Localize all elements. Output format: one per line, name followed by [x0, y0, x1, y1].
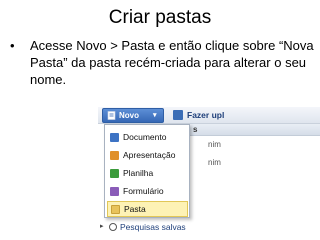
document-icon	[110, 133, 119, 142]
chevron-right-icon[interactable]: ▸	[100, 221, 104, 233]
upload-icon[interactable]	[173, 110, 183, 120]
slide-title: Criar pastas	[108, 7, 212, 28]
menu-item-spreadsheet[interactable]: Planilha	[107, 165, 188, 181]
menu-item-form[interactable]: Formulário	[107, 183, 188, 199]
new-document-icon	[107, 111, 116, 120]
menu-item-folder[interactable]: Pasta	[107, 201, 188, 217]
spreadsheet-icon	[110, 169, 119, 178]
folder-icon	[111, 205, 120, 214]
menu-item-document[interactable]: Documento	[107, 129, 188, 145]
bullet-text: Acesse Novo > Pasta e então clique sobre…	[30, 38, 314, 87]
sidebar-item-saved-searches[interactable]: ▸ Pesquisas salvas	[100, 221, 250, 233]
menu-item-label: Pasta	[124, 204, 146, 214]
toolbar: Novo ▾ Fazer upl	[98, 107, 320, 124]
bullet-dot: •	[10, 38, 15, 53]
menu-item-label: Planilha	[123, 168, 154, 178]
menu-item-label: Documento	[123, 132, 167, 142]
menu-item-label: Formulário	[123, 186, 164, 196]
list-item-text: nim	[208, 140, 221, 149]
menu-item-presentation[interactable]: Apresentação	[107, 147, 188, 163]
chevron-down-icon: ▾	[153, 112, 157, 119]
new-button[interactable]: Novo ▾	[102, 108, 164, 123]
saved-searches-label: Pesquisas salvas	[120, 222, 186, 232]
menu-item-label: Apresentação	[123, 150, 176, 160]
list-column-header: s	[190, 124, 320, 136]
google-docs-screenshot: Novo ▾ Fazer upl s nim nim Lixeir Docume…	[98, 107, 320, 240]
form-icon	[110, 187, 119, 196]
presentation-icon	[110, 151, 119, 160]
search-icon	[109, 223, 117, 231]
new-dropdown-menu: Documento Apresentação Planilha Formulár…	[104, 124, 190, 218]
new-button-label: Novo	[119, 111, 139, 120]
upload-button-label[interactable]: Fazer upl	[187, 109, 224, 121]
list-item-text: nim	[208, 158, 221, 167]
